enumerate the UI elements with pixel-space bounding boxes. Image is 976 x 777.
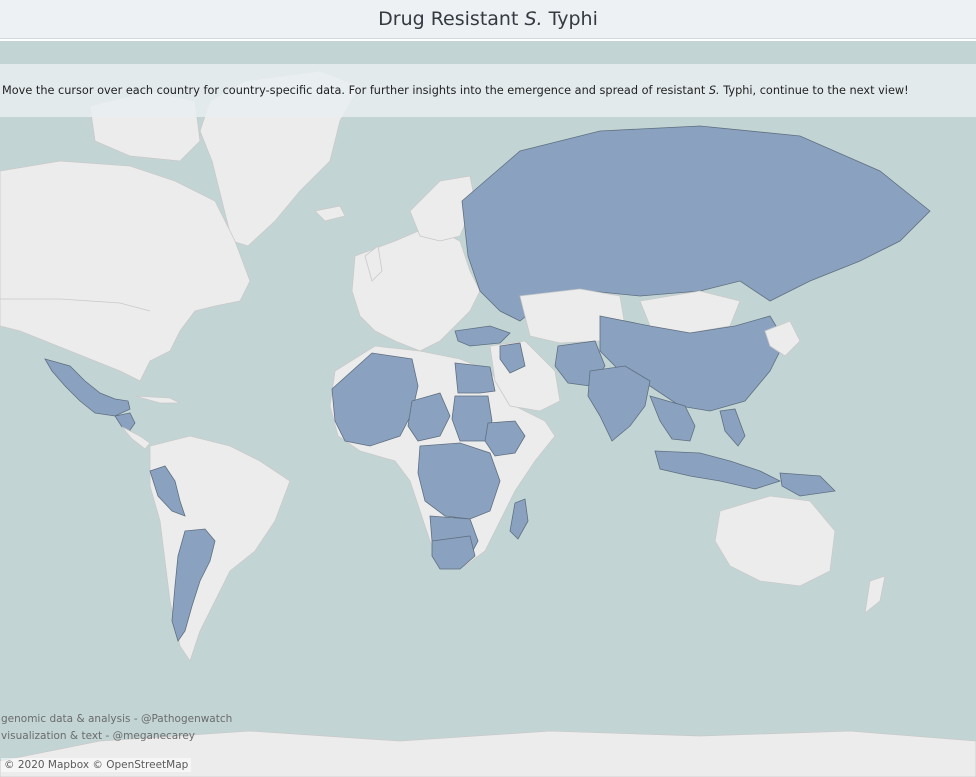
new-zealand[interactable] <box>864 575 886 614</box>
south-africa[interactable] <box>431 535 476 570</box>
credits: genomic data & analysis - @Pathogenwatch… <box>1 711 232 745</box>
central-america-south[interactable] <box>121 426 151 450</box>
iceland[interactable] <box>314 205 346 222</box>
north-america[interactable] <box>0 160 251 382</box>
indonesia[interactable] <box>654 450 782 490</box>
philippines[interactable] <box>719 408 746 447</box>
world-map[interactable] <box>0 41 976 777</box>
credit-visualization: visualization & text - @meganecarey <box>1 730 196 742</box>
india[interactable] <box>587 365 651 442</box>
egypt[interactable] <box>454 362 496 394</box>
map-attribution[interactable]: © 2020 Mapbox © OpenStreetMap <box>1 758 192 772</box>
map-canvas[interactable] <box>0 41 976 777</box>
title-italic: S. <box>524 8 543 30</box>
title-text-end: Typhi <box>542 8 598 30</box>
title-bar: Drug Resistant S. Typhi <box>0 0 976 39</box>
turkey[interactable] <box>454 325 511 347</box>
title-text: Drug Resistant <box>378 8 525 30</box>
instructions-italic: S. <box>708 84 720 97</box>
caribbean[interactable] <box>134 395 181 404</box>
papua-new-guinea[interactable] <box>779 472 836 497</box>
australia[interactable] <box>714 495 836 587</box>
page-title: Drug Resistant S. Typhi <box>378 8 598 30</box>
madagascar[interactable] <box>509 498 529 540</box>
credit-genomic: genomic data & analysis - @Pathogenwatch <box>1 713 233 725</box>
instructions-text: Move the cursor over each country for co… <box>2 84 909 97</box>
instructions-text-end: Typhi, continue to the next view! <box>719 84 909 97</box>
instructions-banner: Move the cursor over each country for co… <box>0 64 976 117</box>
south-america[interactable] <box>149 435 291 662</box>
instructions-text-start: Move the cursor over each country for co… <box>2 84 709 97</box>
